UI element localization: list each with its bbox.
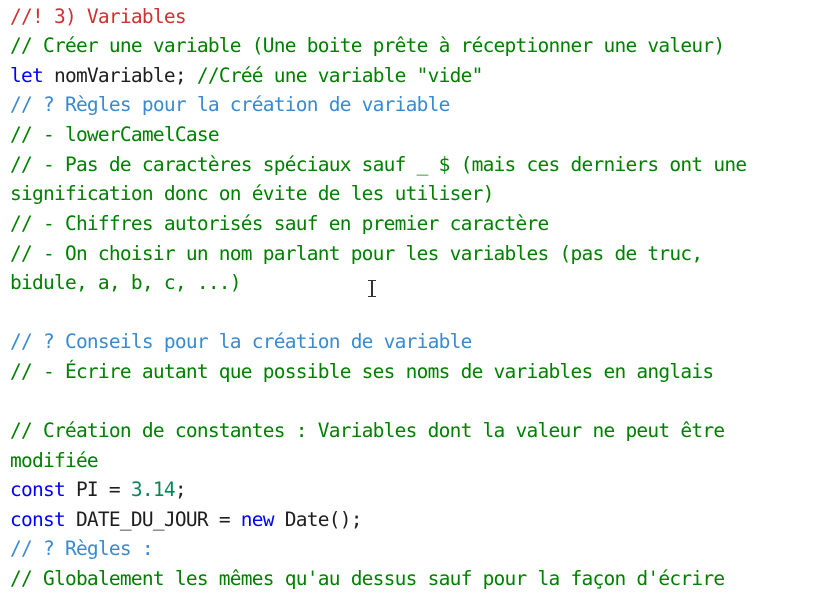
- code-line-7: signification donc on évite de les utili…: [10, 182, 494, 205]
- code-line-13: // Création de constantes : Variables do…: [10, 419, 725, 442]
- identifier-text: PI =: [64, 478, 131, 501]
- keyword-const: const: [10, 508, 66, 531]
- code-line-9: // - On choisir un nom parlant pour les …: [10, 242, 703, 265]
- code-line-4: // ? Règles pour la création de variable: [10, 93, 450, 116]
- identifier-text: nomVariable;: [42, 64, 197, 87]
- identifier-text: DATE_DU_JOUR =: [64, 508, 241, 531]
- number-literal: 3.14: [130, 478, 176, 501]
- code-editor[interactable]: //! 3) Variables // Créer une variable (…: [0, 0, 822, 594]
- code-line-15: const PI = 3.14;: [10, 478, 187, 502]
- code-line-10: bidule, a, b, c, ...): [10, 271, 242, 294]
- code-line-1: //! 3) Variables: [10, 5, 187, 28]
- keyword-new: new: [240, 508, 275, 531]
- code-line-2: // Créer une variable (Une boite prête à…: [10, 34, 725, 57]
- inline-comment: //Créé une variable "vide": [196, 64, 483, 87]
- keyword-let: let: [10, 64, 44, 87]
- code-line-6: // - Pas de caractères spéciaux sauf _ $…: [10, 153, 747, 176]
- keyword-const: const: [10, 478, 66, 501]
- code-line-17: // ? Règles :: [10, 537, 154, 560]
- code-line-11: // ? Conseils pour la création de variab…: [10, 330, 472, 353]
- code-line-18: // Globalement les mêmes qu'au dessus sa…: [10, 567, 725, 590]
- semicolon: ;: [174, 478, 187, 501]
- constructor-call: Date();: [273, 508, 363, 531]
- text-cursor-icon: [367, 280, 377, 298]
- code-line-14: modifiée: [10, 449, 99, 472]
- code-line-12: // - Écrire autant que possible ses noms…: [10, 360, 714, 383]
- code-line-8: // - Chiffres autorisés sauf en premier …: [10, 212, 549, 235]
- code-line-3: let nomVariable; //Créé une variable "vi…: [10, 64, 483, 88]
- code-line-16: const DATE_DU_JOUR = new Date();: [10, 508, 362, 532]
- code-line-5: // - lowerCamelCase: [10, 123, 220, 146]
